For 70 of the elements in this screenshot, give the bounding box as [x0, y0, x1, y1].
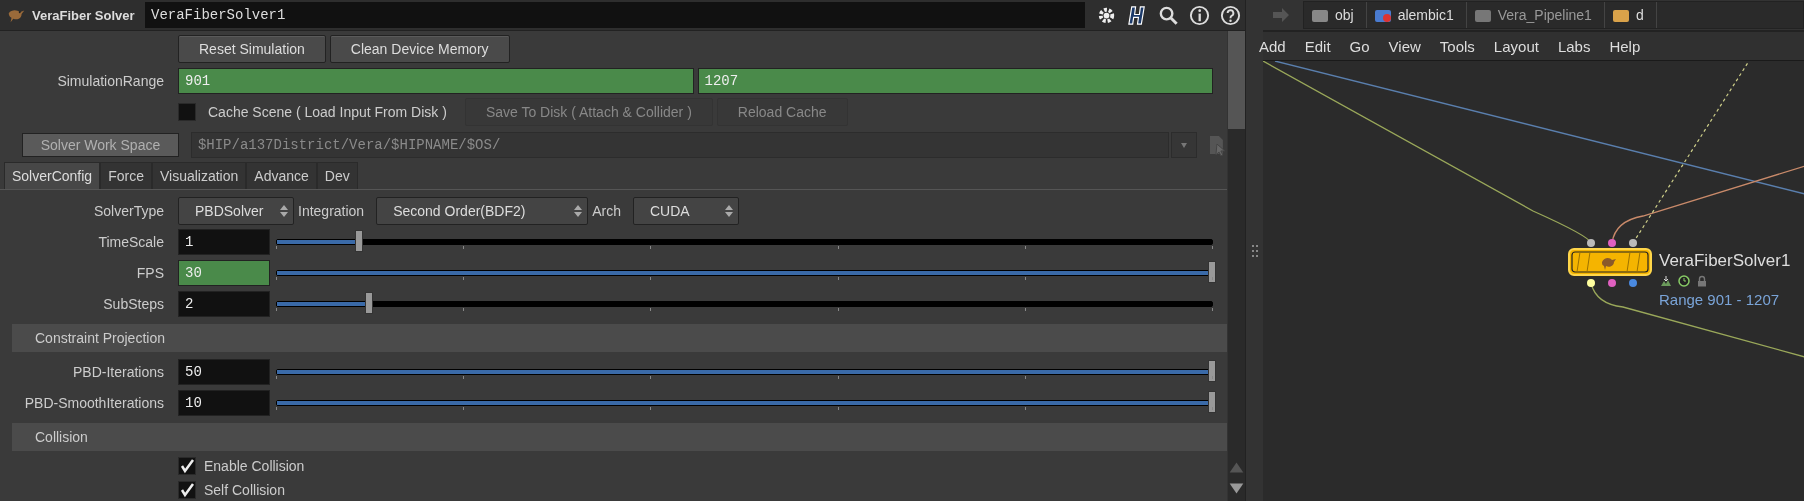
info-icon[interactable]	[1188, 3, 1211, 27]
lock-icon	[1696, 275, 1708, 287]
path-crumb[interactable]: Vera_Pipeline1	[1466, 2, 1605, 28]
section-header[interactable]: Constraint Projection	[12, 324, 1227, 352]
menu-item[interactable]: Add	[1259, 37, 1294, 55]
menu-item[interactable]: Help	[1598, 37, 1649, 55]
help-icon[interactable]	[1219, 3, 1242, 27]
checkbox-label: Cache Scene ( Load Input From Disk )	[208, 104, 447, 120]
node-type-label: VeraFiber Solver	[32, 7, 136, 23]
checkbox[interactable]	[178, 457, 196, 475]
number-field[interactable]: 50	[178, 359, 270, 385]
param-label: PBD-SmoothIterations	[23, 395, 165, 411]
updown-arrows-icon	[279, 203, 289, 219]
action-button[interactable]: Clean Device Memory	[329, 35, 510, 63]
scroll-down-icon[interactable]	[1228, 480, 1245, 497]
range-start-field[interactable]: 901	[178, 67, 694, 94]
dropdown-button[interactable]	[1171, 131, 1198, 158]
number-field[interactable]: 2	[178, 291, 270, 317]
updown-arrows-icon	[723, 203, 734, 219]
export-icon	[1660, 275, 1672, 287]
updown-arrows-icon	[573, 203, 584, 219]
tab[interactable]: Advance	[246, 162, 317, 189]
range-end-field[interactable]: 1207	[697, 67, 1213, 94]
tab[interactable]: SolverConfig	[4, 162, 101, 189]
network-node[interactable]	[1568, 248, 1652, 276]
number-field[interactable]: 10	[178, 390, 270, 416]
node-comment: Range 901 - 1207	[1659, 291, 1780, 308]
tab[interactable]: Dev	[316, 162, 358, 189]
param-label: FPS	[135, 265, 165, 281]
menu-item[interactable]: Edit	[1293, 37, 1339, 55]
checkbox[interactable]	[178, 103, 196, 121]
scrollbar-thumb[interactable]	[1228, 31, 1245, 129]
slider[interactable]	[276, 390, 1213, 416]
slider[interactable]	[276, 260, 1213, 286]
path-crumb[interactable]: d	[1604, 2, 1657, 28]
checkbox-label: Self Collision	[204, 482, 285, 498]
checkbox-label: Enable Collision	[204, 458, 305, 474]
param-label: Arch	[591, 203, 622, 219]
node-name-field[interactable]: VeraFiberSolver1	[145, 2, 1085, 28]
slider[interactable]	[276, 229, 1213, 255]
section-header[interactable]: Collision	[12, 423, 1227, 451]
menu-item[interactable]: Go	[1338, 37, 1378, 55]
dropdown-menu[interactable]: CUDA	[632, 197, 739, 225]
checkbox[interactable]	[178, 481, 196, 499]
param-label: TimeScale	[97, 234, 165, 250]
file-chooser-icon[interactable]	[1207, 133, 1227, 156]
menu-item[interactable]: Tools	[1428, 37, 1483, 55]
dropdown-menu[interactable]: Second Order(BDF2)	[376, 197, 589, 225]
splitter-grip-icon[interactable]	[1251, 244, 1258, 257]
menu-item[interactable]: Layout	[1482, 37, 1547, 55]
menu-item[interactable]: Labs	[1546, 37, 1599, 55]
menu-item[interactable]: View	[1377, 37, 1429, 55]
param-label: SimulationRange	[56, 72, 165, 89]
clock-icon	[1678, 275, 1690, 287]
action-button[interactable]: Reset Simulation	[178, 35, 326, 63]
dropdown-menu[interactable]: PBDSolver	[178, 197, 294, 225]
number-field[interactable]: 30	[178, 260, 270, 286]
number-field[interactable]: 1	[178, 229, 270, 255]
node-name-label: VeraFiberSolver1	[1659, 251, 1791, 271]
tab[interactable]: Visualization	[151, 162, 247, 189]
path-crumb[interactable]: alembic1	[1366, 2, 1467, 28]
param-label: SolverType	[92, 203, 165, 219]
slider[interactable]	[276, 291, 1213, 317]
param-label: PBD-Iterations	[71, 364, 165, 380]
scrollbar[interactable]	[1227, 31, 1245, 501]
slider[interactable]	[276, 359, 1213, 385]
path-crumb[interactable]: obj	[1304, 2, 1367, 28]
param-label: Integration	[297, 203, 366, 219]
tab[interactable]: Force	[100, 162, 152, 189]
param-label: SubSteps	[102, 296, 165, 312]
